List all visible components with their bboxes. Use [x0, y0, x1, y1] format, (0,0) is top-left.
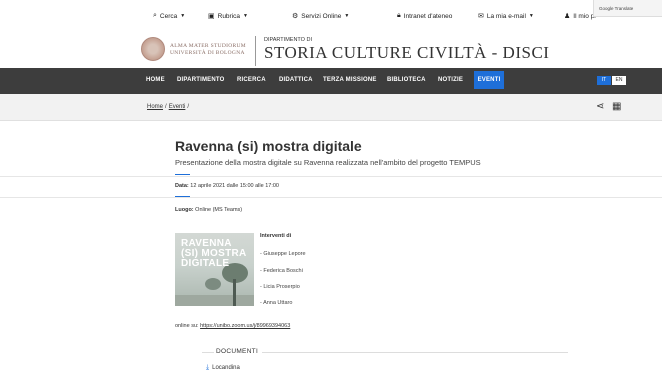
gears-icon: ⚙: [292, 13, 299, 20]
nav-item-notizie[interactable]: NOTIZIE: [438, 77, 463, 83]
nav-item-eventi[interactable]: EVENTI: [474, 71, 504, 89]
header-divider: [255, 36, 256, 66]
speaker-name: Federica Boschi: [263, 268, 303, 274]
event-date-value: 12 aprile 2021 dalle 15:00 alle 17:00: [190, 183, 279, 189]
university-name-line1: ALMA MATER STUDIORUM: [170, 43, 246, 49]
event-subtitle: Presentazione della mostra digitale su R…: [175, 158, 481, 167]
section-divider: [0, 197, 662, 198]
speaker-name: Licia Proserpio: [263, 284, 300, 290]
poster-title: RAVENNA (SI) MOSTRA DIGITALE: [181, 239, 247, 269]
documents-rule-right: [262, 352, 568, 353]
share-icon[interactable]: ⋖: [596, 101, 604, 112]
email-menu[interactable]: ✉ La mia e-mail ▼: [478, 12, 534, 21]
breadcrumb-home[interactable]: Home: [147, 104, 163, 110]
event-poster-image: RAVENNA (SI) MOSTRA DIGITALE: [175, 233, 254, 306]
nav-item-didattica[interactable]: DIDATTICA: [279, 77, 313, 83]
calendar-add-icon[interactable]: ▦: [612, 101, 621, 112]
section-divider: [0, 176, 662, 177]
event-location-value: Online (MS Teams): [195, 207, 243, 213]
speaker-item: - Giuseppe Lepore: [260, 251, 306, 257]
breadcrumb-separator: /: [165, 104, 167, 110]
nav-item-ricerca[interactable]: RICERCA: [237, 77, 266, 83]
rubrica-menu-label: Rubrica: [217, 12, 241, 20]
servizi-online-menu[interactable]: ⚙ Servizi Online ▼: [292, 12, 350, 21]
poster-title-line: DIGITALE: [181, 258, 230, 269]
breadcrumb-separator: /: [187, 104, 190, 110]
search-icon: ⌕: [153, 12, 157, 19]
page-title: Ravenna (si) mostra digitale: [175, 138, 362, 154]
event-date-label: Data:: [175, 183, 189, 189]
speaker-item: - Licia Proserpio: [260, 284, 300, 290]
lock-icon: 🔒︎: [397, 12, 401, 19]
google-translate-widget[interactable]: Google Translate: [593, 0, 662, 17]
email-menu-label: La mia e-mail: [486, 12, 526, 20]
documents-rule-left: [202, 352, 214, 353]
document-label: Locandina: [212, 365, 240, 371]
nav-item-terza-missione[interactable]: TERZA MISSIONE: [323, 77, 377, 83]
intranet-label: Intranet d'ateneo: [403, 12, 453, 20]
address-book-icon: ▣: [208, 13, 215, 20]
breadcrumb: Home / Eventi /: [147, 104, 189, 110]
university-name[interactable]: ALMA MATER STUDIORUM UNIVERSITÀ DI BOLOG…: [170, 43, 246, 56]
profile-menu[interactable]: ♟ Il mio pr: [564, 12, 596, 21]
department-name[interactable]: STORIA CULTURE CIVILTÀ - DISCI: [264, 43, 549, 63]
poster-ground: [175, 295, 254, 306]
lang-en-button[interactable]: EN: [612, 76, 626, 85]
event-location: Luogo: Online (MS Teams): [175, 207, 242, 213]
nav-item-dipartimento[interactable]: DIPARTIMENTO: [177, 77, 225, 83]
poster-tree-trunk: [233, 279, 236, 306]
breadcrumb-eventi[interactable]: Eventi: [169, 104, 186, 110]
download-icon: ⤓: [206, 364, 210, 371]
google-translate-label: Google Translate: [599, 6, 634, 11]
lang-it-button[interactable]: IT: [597, 76, 611, 85]
speaker-name: Giuseppe Lepore: [263, 251, 306, 257]
online-link-line: online su: https://unibo.zoom.us/j/89969…: [175, 323, 290, 329]
user-icon: ♟: [564, 13, 571, 20]
search-menu-label: Cerca: [159, 12, 178, 20]
speaker-name: Anna Uttaro: [263, 300, 293, 306]
online-prefix: online su:: [175, 323, 199, 329]
documents-heading: DOCUMENTI: [216, 348, 259, 355]
university-name-line2: UNIVERSITÀ DI BOLOGNA: [170, 49, 245, 56]
nav-item-eventi-label: EVENTI: [477, 77, 501, 83]
speaker-item: - Federica Boschi: [260, 268, 303, 274]
chevron-down-icon: ▼: [528, 13, 534, 19]
title-accent-line: [175, 174, 190, 175]
intranet-link[interactable]: 🔒︎ Intranet d'ateneo: [397, 12, 452, 20]
servizi-online-label: Servizi Online: [301, 12, 342, 20]
university-seal-logo[interactable]: [141, 37, 165, 61]
speaker-item: - Anna Uttaro: [260, 300, 293, 306]
rubrica-menu[interactable]: ▣ Rubrica ▼: [208, 12, 248, 21]
nav-item-biblioteca[interactable]: BIBLIOTECA: [387, 77, 426, 83]
chevron-down-icon: ▼: [344, 13, 350, 19]
interventi-heading: Interventi di: [260, 233, 292, 239]
search-menu[interactable]: ⌕ Cerca ▼: [153, 12, 185, 20]
poster-tree: [205, 278, 221, 290]
nav-item-home[interactable]: HOME: [146, 77, 165, 83]
event-location-label: Luogo:: [175, 207, 194, 213]
chevron-down-icon: ▼: [180, 13, 186, 19]
breadcrumb-bar: [0, 94, 662, 121]
event-date: Data: 12 aprile 2021 dalle 15:00 alle 17…: [175, 183, 279, 189]
zoom-link[interactable]: https://unibo.zoom.us/j/89969394063: [200, 323, 290, 329]
chevron-down-icon: ▼: [243, 13, 248, 19]
envelope-icon: ✉: [478, 13, 484, 20]
document-locandina[interactable]: ⤓ Locandina: [206, 364, 240, 372]
